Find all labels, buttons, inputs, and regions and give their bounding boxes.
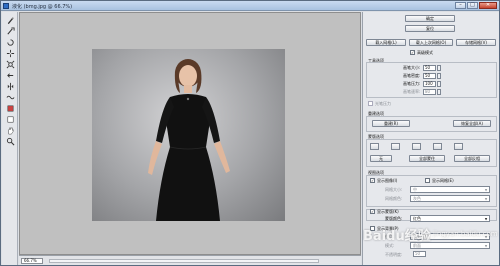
tool-panel	[2, 12, 18, 265]
save-mesh-button[interactable]: 存储网格(V)	[456, 39, 496, 46]
zoom-level-field[interactable]: 66.7%	[21, 258, 43, 264]
liquify-dialog: 液化 (bmg.jpg @ 66.7%) – □ ✕ 66.7% 确定 复位 载…	[0, 0, 500, 266]
invert-all-button[interactable]: 全部反相	[454, 155, 490, 162]
load-mesh-button[interactable]: 载入网格(L)	[366, 39, 406, 46]
mesh-color-select[interactable]: 灰色 ▼	[410, 195, 490, 202]
brush-rate-spinner[interactable]	[437, 89, 441, 95]
show-mask-checkbox[interactable]: ✓	[370, 209, 375, 214]
baidu-watermark-url: jingyan.baidu.com	[433, 230, 498, 238]
pucker-icon[interactable]	[5, 48, 15, 58]
baidu-watermark: Baidu经验	[363, 229, 431, 244]
chevron-down-icon: ▼	[484, 244, 488, 248]
mask-all-button[interactable]: 全部蒙住	[409, 155, 445, 162]
chevron-down-icon: ▼	[484, 197, 488, 201]
mask-none-button[interactable]: 无	[370, 155, 392, 162]
app-icon	[3, 3, 9, 9]
push-left-icon[interactable]	[5, 70, 15, 80]
mesh-size-select[interactable]: 中 ▼	[410, 186, 490, 193]
brush-pressure-field[interactable]: 100	[423, 81, 436, 87]
chevron-down-icon: ▼	[484, 217, 488, 221]
ok-button[interactable]: 确定	[405, 15, 455, 22]
stylus-pressure-checkbox[interactable]	[368, 101, 373, 106]
opacity-field[interactable]: 50	[413, 251, 426, 257]
mask-subtract-icon[interactable]	[412, 143, 421, 150]
mask-intersect-icon[interactable]	[433, 143, 442, 150]
window-title: 液化 (bmg.jpg @ 66.7%)	[12, 4, 73, 10]
brush-density-spinner[interactable]	[437, 73, 441, 79]
brush-size-label: 画笔大小:	[403, 65, 421, 70]
mask-replace-icon[interactable]	[370, 143, 379, 150]
preview-canvas[interactable]	[19, 12, 361, 255]
bloat-icon[interactable]	[5, 59, 15, 69]
turbulence-icon[interactable]	[5, 92, 15, 102]
zoom-icon[interactable]	[5, 136, 15, 146]
window-controls: – □ ✕	[455, 2, 497, 9]
advanced-mode-checkbox[interactable]: ✓	[410, 50, 415, 55]
mesh-color-label: 网格颜色:	[385, 196, 403, 201]
show-image-checkbox[interactable]: ✓	[370, 178, 375, 183]
reset-button[interactable]: 复位	[405, 25, 455, 32]
mask-invert-icon[interactable]	[454, 143, 463, 150]
thaw-mask-icon[interactable]	[5, 114, 15, 124]
brush-pressure-label: 画笔压力:	[403, 81, 421, 86]
restore-all-button[interactable]: 恢复全部(A)	[453, 120, 491, 127]
warp-icon[interactable]	[5, 15, 15, 25]
horizontal-scrollbar[interactable]	[49, 259, 319, 263]
reconstruct-icon[interactable]	[5, 26, 15, 36]
show-mesh-checkbox[interactable]	[425, 178, 430, 183]
brush-density-field[interactable]: 50	[423, 73, 436, 79]
mask-color-select[interactable]: 红色 ▼	[410, 215, 490, 222]
maximize-button[interactable]: □	[467, 2, 478, 9]
mesh-color-value: 灰色	[413, 196, 421, 201]
hand-icon[interactable]	[5, 125, 15, 135]
chevron-down-icon: ▼	[484, 188, 488, 192]
status-bar: 66.7%	[19, 255, 361, 265]
advanced-mode-label: 高级模式	[417, 50, 433, 55]
twirl-icon[interactable]	[5, 37, 15, 47]
close-button[interactable]: ✕	[479, 2, 497, 9]
title-bar: 液化 (bmg.jpg @ 66.7%) – □ ✕	[1, 1, 499, 11]
show-mesh-label: 显示网格(E)	[432, 178, 454, 183]
portrait-photo[interactable]	[92, 49, 285, 221]
show-mask-label: 显示蒙版(K)	[377, 209, 399, 214]
woman-figure	[148, 59, 230, 221]
mesh-size-label: 网格大小:	[385, 187, 403, 192]
brush-rate-field[interactable]: 80	[423, 89, 436, 95]
brush-pressure-spinner[interactable]	[437, 81, 441, 87]
stylus-pressure-label: 光笔压力	[375, 101, 391, 106]
mask-color-label: 蒙版颜色:	[385, 216, 403, 221]
mask-options-group	[366, 139, 497, 167]
mask-color-value: 红色	[413, 216, 421, 221]
opacity-label: 不透明度:	[385, 252, 403, 257]
brush-rate-label: 画笔速率:	[403, 89, 421, 94]
minimize-button[interactable]: –	[455, 2, 466, 9]
mesh-size-value: 中	[413, 187, 417, 192]
mask-add-icon[interactable]	[391, 143, 400, 150]
brush-density-label: 画笔密度:	[403, 73, 421, 78]
brush-size-spinner[interactable]	[437, 65, 441, 71]
mirror-icon[interactable]	[5, 81, 15, 91]
load-last-mesh-button[interactable]: 载入上次网格(O)	[409, 39, 453, 46]
brush-size-field[interactable]: 50	[423, 65, 436, 71]
freeze-mask-icon[interactable]	[5, 103, 15, 113]
show-image-label: 显示图像(I)	[377, 178, 398, 183]
reconstruct-button[interactable]: 重建(R)	[372, 120, 410, 127]
